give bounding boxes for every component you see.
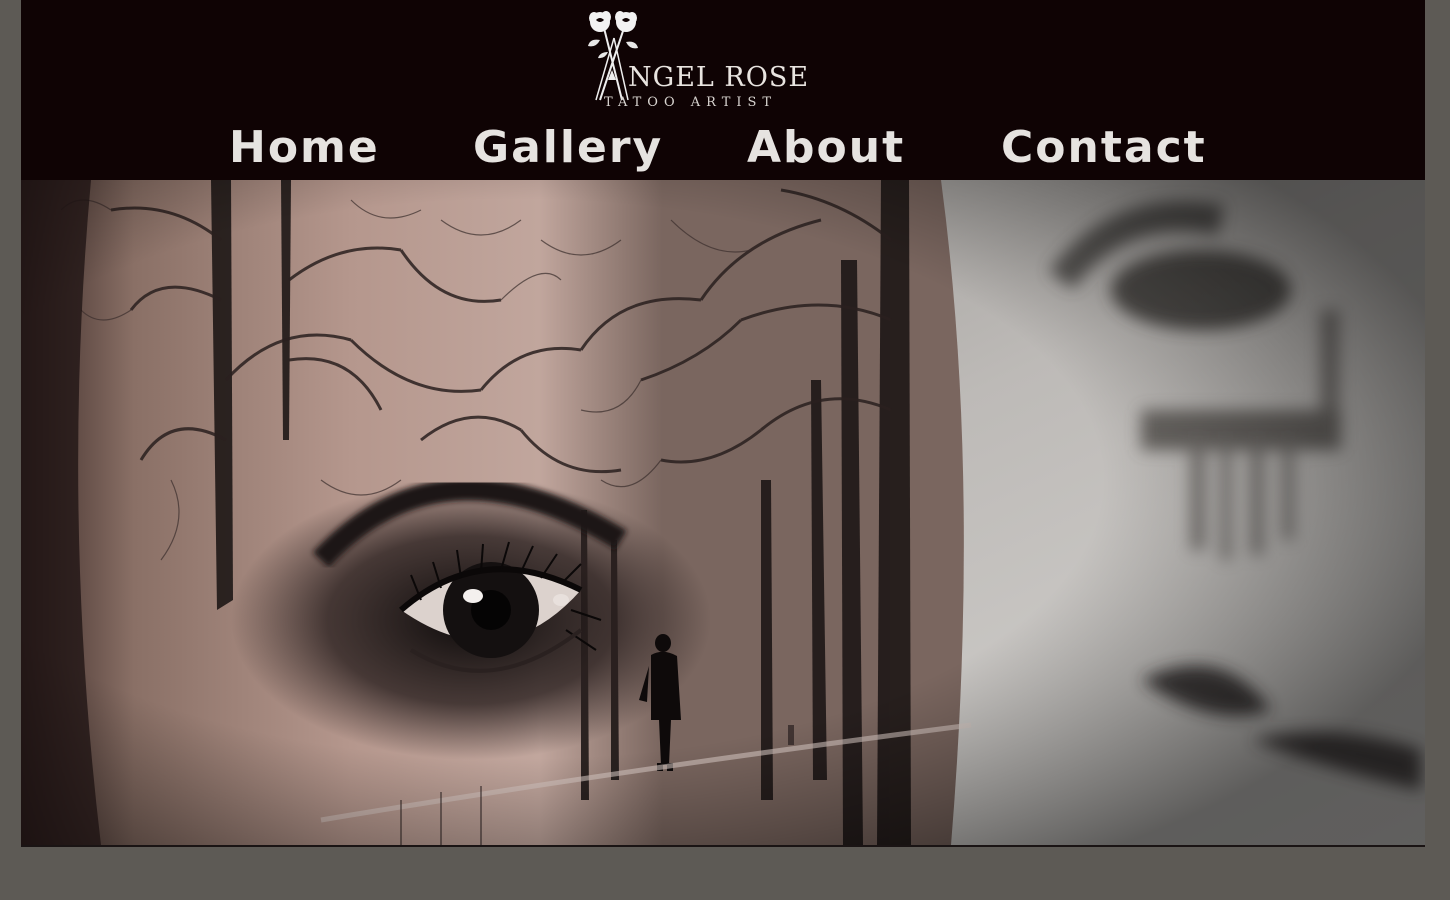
svg-text:NGEL ROSE: NGEL ROSE — [628, 62, 809, 93]
nav-about-link[interactable]: About — [747, 122, 905, 174]
tattoo-photo-image — [21, 180, 1425, 845]
svg-text:TATOO ARTIST: TATOO ARTIST — [604, 95, 777, 108]
hero-image — [21, 180, 1425, 845]
nav-gallery-link[interactable]: Gallery — [473, 122, 663, 174]
rose-logo-icon: NGEL ROSE TATOO ARTIST — [588, 11, 809, 108]
main-nav: Home Gallery About Contact — [21, 118, 1425, 180]
site-frame: NGEL ROSE TATOO ARTIST Home Gallery Abou… — [21, 0, 1425, 847]
site-header: NGEL ROSE TATOO ARTIST Home Gallery Abou… — [21, 0, 1425, 180]
nav-home-link[interactable]: Home — [229, 122, 380, 174]
frame-bottom-border — [21, 845, 1425, 847]
nav-contact-link[interactable]: Contact — [1001, 122, 1207, 174]
brand-logo[interactable]: NGEL ROSE TATOO ARTIST — [564, 8, 864, 108]
